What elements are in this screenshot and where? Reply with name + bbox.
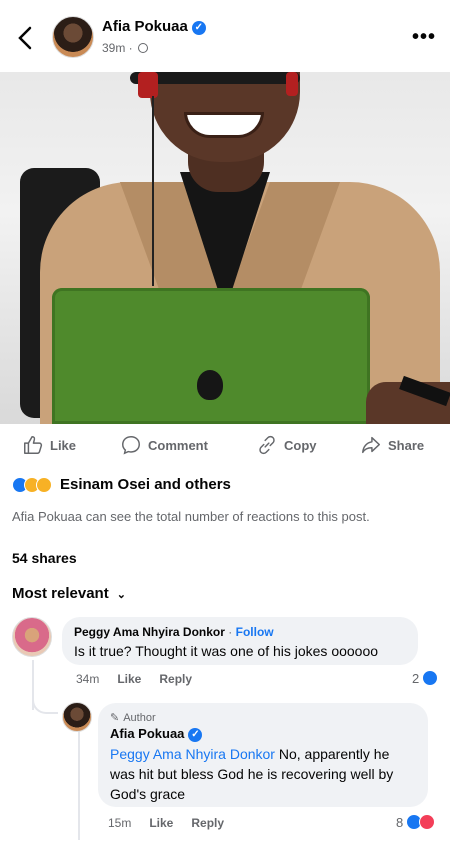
follow-separator: · [224, 625, 236, 639]
pencil-icon: ✎ [110, 712, 120, 724]
post-time: 39m · [102, 41, 133, 55]
comment-bubble: Peggy Ama Nhyira Donkor · Follow Is it t… [62, 617, 418, 665]
like-label: Like [50, 437, 77, 453]
comment-time: 34m [76, 672, 100, 686]
reply-like-button[interactable]: Like [149, 816, 173, 830]
copy-label: Copy [284, 437, 317, 453]
comment-label: Comment [148, 437, 208, 453]
author-tag-label: Author [123, 711, 156, 724]
chevron-left-icon[interactable] [14, 24, 38, 52]
thread-curve [32, 688, 58, 714]
reply-meta: 15m Like Reply [108, 816, 224, 830]
comment-button[interactable]: Comment [120, 434, 208, 456]
comment-author-row: Peggy Ama Nhyira Donkor · Follow [74, 625, 406, 639]
like-reaction-icon [422, 670, 439, 686]
more-options-button[interactable]: ••• [412, 26, 436, 49]
apple-logo-icon [197, 370, 223, 400]
comment-reaction-number: 2 [412, 670, 420, 686]
copy-button[interactable]: Copy [256, 434, 317, 456]
share-button[interactable]: Share [360, 434, 424, 456]
photo-cable [152, 96, 154, 286]
post-meta: 39m · [102, 41, 149, 55]
comment-reaction-count[interactable]: 2 [412, 670, 439, 686]
verified-badge-icon: ✓ [191, 21, 206, 35]
share-arrow-icon [362, 436, 380, 454]
thumbs-up-icon [24, 436, 43, 454]
reply-reply-button[interactable]: Reply [191, 816, 224, 830]
reply-time: 15m [108, 816, 132, 830]
link-icon [259, 435, 275, 455]
comment-like-button[interactable]: Like [117, 672, 141, 686]
post-header: Afia Pokuaa ✓ 39m · ••• [0, 0, 450, 72]
reply-reaction-number: 8 [396, 814, 404, 830]
photo-laptop [52, 288, 370, 424]
commenter-avatar[interactable] [12, 617, 52, 657]
reactions-note: Afia Pokuaa can see the total number of … [12, 509, 370, 524]
reply-bubble: ✎ Author Afia Pokuaa ✓ Peggy Ama Nhyira D… [98, 703, 428, 807]
reply-avatar[interactable] [62, 702, 92, 732]
follow-button[interactable]: Follow [236, 625, 274, 639]
sort-label: Most relevant [12, 585, 109, 602]
reply-reaction-count[interactable]: 8 [396, 814, 436, 830]
comment-reply-button[interactable]: Reply [159, 672, 192, 686]
reactions-text: Esinam Osei and others [60, 476, 231, 493]
share-count[interactable]: 54 shares [12, 550, 77, 566]
post-photo[interactable] [0, 72, 450, 424]
reactions-summary[interactable]: Esinam Osei and others [12, 476, 231, 493]
love-reaction-icon [419, 814, 436, 830]
comment-bubble-icon [122, 436, 140, 455]
wow-reaction-icon [36, 476, 52, 493]
thread-line-reply [78, 730, 80, 840]
comment-text: Is it true? Thought it was one of his jo… [74, 643, 379, 659]
photo-headset-left [138, 72, 158, 98]
reply-mention[interactable]: Peggy Ama Nhyira Donkor [110, 746, 275, 762]
comment-sort-dropdown[interactable]: Most relevant ⌄ [12, 585, 126, 602]
author-avatar[interactable] [52, 16, 94, 58]
comment-meta: 34m Like Reply [76, 672, 192, 686]
photo-headset-right [286, 72, 298, 96]
reply-author[interactable]: Afia Pokuaa [110, 726, 184, 741]
share-label: Share [388, 437, 425, 453]
verified-badge-icon: ✓ [188, 728, 203, 742]
chevron-down-icon: ⌄ [116, 589, 126, 601]
reply-text: Peggy Ama Nhyira Donkor No, apparently h… [110, 744, 416, 804]
author-name-row[interactable]: Afia Pokuaa ✓ [102, 18, 206, 35]
reply-author-row: Afia Pokuaa ✓ [110, 726, 416, 742]
post-actions: Like Comment Copy Share [0, 424, 450, 468]
author-name[interactable]: Afia Pokuaa [102, 18, 188, 35]
globe-icon [138, 43, 149, 53]
like-button[interactable]: Like [22, 434, 76, 456]
author-tag: ✎ Author [110, 711, 416, 725]
comment-author[interactable]: Peggy Ama Nhyira Donkor [74, 625, 225, 639]
